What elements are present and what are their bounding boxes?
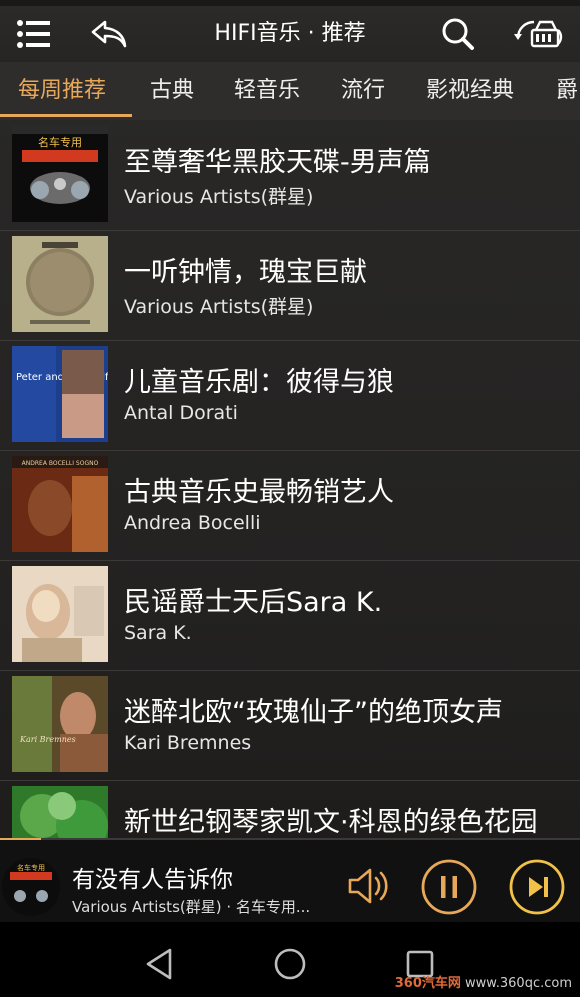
tab-pop[interactable]: 流行: [341, 62, 385, 120]
album-artist: Sara K.: [124, 622, 192, 644]
list-item[interactable]: 民谣爵士天后Sara K. Sara K.: [0, 560, 580, 671]
album-cover: [12, 566, 108, 662]
cover-text: ANDREA BOCELLI SOGNO: [22, 460, 99, 467]
car-sync-icon[interactable]: [510, 6, 566, 62]
nav-home-icon[interactable]: [270, 944, 310, 984]
album-title: 儿童音乐剧：彼得与狼: [124, 367, 394, 398]
album-title: 一听钟情，瑰宝巨献: [124, 257, 367, 288]
album-artist: Various Artists(群星): [124, 296, 314, 318]
album-cover: Peter and the Wolf: [12, 346, 108, 442]
now-playing-cover[interactable]: 名车专用: [2, 858, 60, 916]
tab-light-music[interactable]: 轻音乐: [234, 62, 300, 120]
album-artist: Antal Dorati: [124, 402, 238, 424]
album-cover: ANDREA BOCELLI SOGNO: [12, 456, 108, 552]
album-artist: Various Artists(群星): [124, 186, 314, 208]
cover-text: 名车专用: [17, 863, 45, 872]
volume-icon[interactable]: [344, 860, 396, 912]
watermark: 360汽车网 www.360qc.com: [394, 976, 572, 991]
album-title: 迷醉北欧“玫瑰仙子”的绝顶女声: [124, 697, 503, 728]
next-icon[interactable]: [508, 858, 566, 916]
back-icon[interactable]: [86, 6, 132, 62]
album-title: 新世纪钢琴家凯文·科恩的绿色花园: [124, 807, 538, 838]
tab-jazz[interactable]: 爵: [556, 62, 578, 120]
album-cover: 名车专用: [12, 126, 108, 222]
album-title: 至尊奢华黑胶天碟-男声篇: [124, 147, 431, 178]
list-item[interactable]: ANDREA BOCELLI SOGNO 古典音乐史最畅销艺人 Andrea B…: [0, 450, 580, 561]
tab-classical[interactable]: 古典: [150, 62, 194, 120]
now-playing-title: 有没有人告诉你: [72, 867, 233, 893]
mini-player[interactable]: 名车专用 有没有人告诉你 Various Artists(群星) · 名车专用.…: [0, 840, 580, 922]
menu-icon[interactable]: [12, 6, 56, 62]
nav-back-icon[interactable]: [140, 944, 180, 984]
tab-film-classics[interactable]: 影视经典: [426, 62, 514, 120]
album-title: 民谣爵士天后Sara K.: [124, 587, 383, 618]
list-item[interactable]: Peter and the Wolf 儿童音乐剧：彼得与狼 Antal Dora…: [0, 340, 580, 451]
pause-icon[interactable]: [420, 858, 478, 916]
album-artist: Andrea Bocelli: [124, 512, 261, 534]
album-list: 名车专用 至尊奢华黑胶天碟-男声篇 Various Artists(群星) 一听…: [0, 120, 580, 840]
category-tabs: 每周推荐 古典 轻音乐 流行 影视经典 爵: [0, 62, 580, 120]
cover-text: 名车专用: [38, 135, 82, 149]
list-item[interactable]: 一听钟情，瑰宝巨献 Various Artists(群星): [0, 230, 580, 341]
album-cover: [12, 786, 108, 840]
now-playing-subtitle: Various Artists(群星) · 名车专用...: [72, 898, 311, 916]
tab-weekly[interactable]: 每周推荐: [18, 62, 106, 120]
list-item[interactable]: Kari Bremnes 迷醉北欧“玫瑰仙子”的绝顶女声 Kari Bremne…: [0, 670, 580, 781]
search-icon[interactable]: [438, 6, 478, 62]
album-title: 古典音乐史最畅销艺人: [124, 477, 394, 508]
cover-text: Kari Bremnes: [19, 735, 76, 744]
album-cover: Kari Bremnes: [12, 676, 108, 772]
list-item[interactable]: 新世纪钢琴家凯文·科恩的绿色花园: [0, 780, 580, 840]
list-item[interactable]: 名车专用 至尊奢华黑胶天碟-男声篇 Various Artists(群星): [0, 120, 580, 231]
album-cover: [12, 236, 108, 332]
album-artist: Kari Bremnes: [124, 732, 252, 754]
active-tab-indicator: [0, 114, 132, 117]
top-bar: [0, 6, 580, 62]
